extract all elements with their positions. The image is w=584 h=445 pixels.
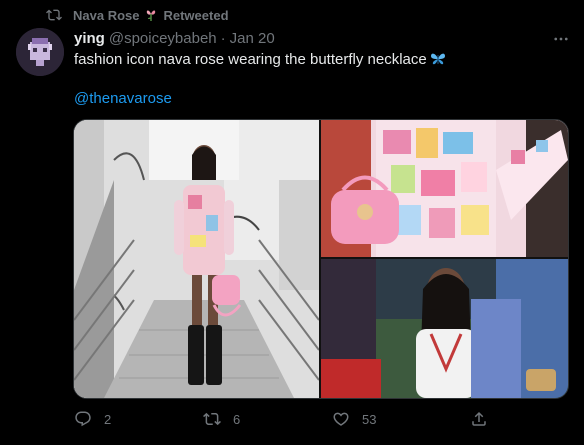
retweet-count: 6	[233, 411, 241, 427]
photo-3-image	[321, 259, 568, 398]
retweet-button[interactable]: 6	[203, 410, 240, 428]
photo-2[interactable]	[321, 120, 568, 257]
tweet-actions: 2 6 53	[74, 410, 514, 430]
share-icon	[472, 411, 486, 426]
retweeter-name[interactable]: Nava Rose	[73, 8, 139, 23]
retweet-icon	[46, 9, 62, 21]
reply-icon	[75, 411, 91, 427]
tweet-text-body: fashion icon nava rose wearing the butte…	[74, 51, 427, 68]
retweet-icon	[203, 412, 221, 426]
photo-2-image	[321, 120, 568, 257]
avatar[interactable]	[16, 28, 64, 76]
tweet-card[interactable]: Nava Rose Retweeted ying @spoiceybabeh ·…	[0, 0, 584, 445]
tweet-date[interactable]: Jan 20	[230, 30, 275, 47]
retweet-context[interactable]: Nava Rose Retweeted	[46, 7, 229, 23]
butterfly-icon	[430, 53, 445, 65]
like-count: 53	[362, 411, 377, 427]
like-button[interactable]: 53	[332, 410, 376, 428]
like-icon	[333, 412, 349, 426]
photo-1[interactable]	[74, 120, 319, 398]
reply-count: 2	[104, 411, 112, 427]
reply-button[interactable]: 2	[74, 410, 111, 428]
avatar-image	[16, 28, 64, 76]
separator-dot: ·	[220, 29, 226, 47]
media-grid[interactable]	[73, 119, 569, 399]
flower-icon	[147, 10, 156, 21]
tweet-header: ying @spoiceybabeh · Jan 20	[74, 28, 572, 48]
mention-link[interactable]: @thenavarose	[74, 90, 172, 107]
retweeted-label: Retweeted	[163, 7, 229, 23]
author-name[interactable]: ying	[74, 30, 105, 47]
share-button[interactable]	[470, 410, 500, 428]
photo-1-image	[74, 120, 319, 398]
tweet-text: fashion icon nava rose wearing the butte…	[74, 50, 446, 70]
more-icon[interactable]	[552, 30, 570, 48]
photo-3[interactable]	[321, 259, 568, 398]
author-handle[interactable]: @spoiceybabeh	[109, 30, 217, 47]
